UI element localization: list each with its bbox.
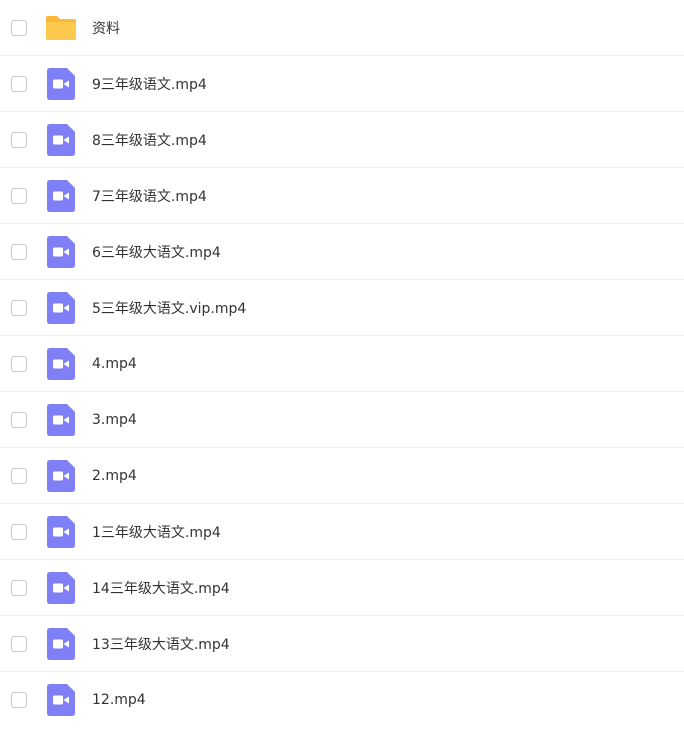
row-checkbox[interactable]	[11, 355, 27, 372]
file-row[interactable]: 5三年级大语文.vip.mp4	[0, 280, 684, 336]
file-name[interactable]: 9三年级语文.mp4	[92, 74, 207, 94]
file-row[interactable]: 6三年级大语文.mp4	[0, 224, 684, 280]
file-name[interactable]: 13三年级大语文.mp4	[92, 634, 230, 654]
row-checkbox[interactable]	[11, 187, 27, 204]
folder-row[interactable]: 资料	[0, 0, 684, 56]
file-name[interactable]: 7三年级语文.mp4	[92, 186, 207, 206]
file-row[interactable]: 12.mp4	[0, 672, 684, 728]
row-checkbox[interactable]	[11, 523, 27, 540]
video-file-icon	[44, 67, 78, 101]
row-checkbox[interactable]	[11, 131, 27, 148]
file-name[interactable]: 12.mp4	[92, 692, 146, 708]
video-file-icon	[44, 291, 78, 325]
video-file-icon	[44, 235, 78, 269]
file-row[interactable]: 3.mp4	[0, 392, 684, 448]
video-file-icon	[44, 683, 78, 717]
file-row[interactable]: 9三年级语文.mp4	[0, 56, 684, 112]
file-row[interactable]: 2.mp4	[0, 448, 684, 504]
file-name[interactable]: 4.mp4	[92, 356, 137, 372]
file-row[interactable]: 13三年级大语文.mp4	[0, 616, 684, 672]
row-checkbox[interactable]	[11, 692, 27, 708]
file-name[interactable]: 2.mp4	[92, 468, 137, 484]
file-row[interactable]: 4.mp4	[0, 336, 684, 392]
file-row[interactable]: 8三年级语文.mp4	[0, 112, 684, 168]
row-checkbox[interactable]	[11, 411, 27, 428]
video-file-icon	[44, 403, 78, 437]
file-row[interactable]: 7三年级语文.mp4	[0, 168, 684, 224]
row-checkbox[interactable]	[11, 243, 27, 260]
file-list: 资料 9三年级语文.mp4 8三年级语文.mp4 7三年级语文.mp4 6三年级大语文.…	[0, 0, 684, 728]
file-name[interactable]: 8三年级语文.mp4	[92, 130, 207, 150]
file-name[interactable]: 3.mp4	[92, 412, 137, 428]
folder-icon	[44, 11, 78, 45]
file-name[interactable]: 资料	[92, 18, 120, 38]
row-checkbox[interactable]	[11, 635, 27, 652]
file-name[interactable]: 6三年级大语文.mp4	[92, 242, 221, 262]
video-file-icon	[44, 347, 78, 381]
video-file-icon	[44, 515, 78, 549]
row-checkbox[interactable]	[11, 579, 27, 596]
file-row[interactable]: 1三年级大语文.mp4	[0, 504, 684, 560]
row-checkbox[interactable]	[11, 75, 27, 92]
video-file-icon	[44, 627, 78, 661]
row-checkbox[interactable]	[11, 467, 27, 484]
file-row[interactable]: 14三年级大语文.mp4	[0, 560, 684, 616]
video-file-icon	[44, 571, 78, 605]
row-checkbox[interactable]	[11, 19, 27, 36]
video-file-icon	[44, 459, 78, 493]
file-name[interactable]: 5三年级大语文.vip.mp4	[92, 298, 246, 318]
file-name[interactable]: 1三年级大语文.mp4	[92, 522, 221, 542]
row-checkbox[interactable]	[11, 299, 27, 316]
file-name[interactable]: 14三年级大语文.mp4	[92, 578, 230, 598]
video-file-icon	[44, 179, 78, 213]
video-file-icon	[44, 123, 78, 157]
